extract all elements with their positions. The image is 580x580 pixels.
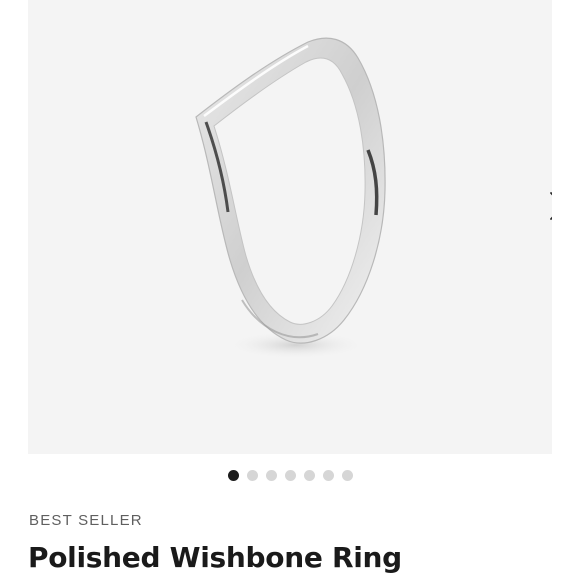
carousel-dot[interactable] [303, 469, 315, 481]
carousel-dot-active[interactable] [227, 469, 239, 481]
chevron-right-icon [550, 192, 552, 220]
carousel-dot[interactable] [322, 469, 334, 481]
product-title: Polished Wishbone Ring [28, 541, 402, 574]
carousel-dot[interactable] [284, 469, 296, 481]
product-image-panel[interactable] [28, 0, 552, 454]
ring-product-image [195, 37, 386, 359]
best-seller-badge: BEST SELLER [29, 512, 143, 529]
carousel-dot[interactable] [246, 469, 258, 481]
carousel-dot[interactable] [341, 469, 353, 481]
carousel-pagination [0, 468, 580, 482]
carousel-dot[interactable] [265, 469, 277, 481]
next-image-button[interactable] [542, 188, 552, 224]
